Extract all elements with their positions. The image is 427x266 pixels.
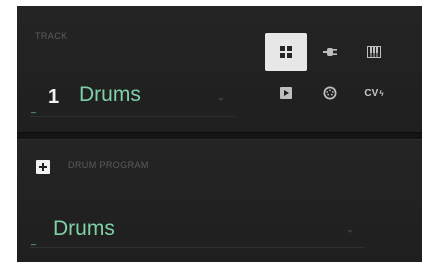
- section-divider: [17, 132, 422, 140]
- track-type-plugin-button[interactable]: [309, 33, 351, 71]
- track-panel: TRACK 1 Drums ‒ CV ϟ: [17, 6, 422, 130]
- play-icon: [280, 87, 292, 99]
- keyboard-icon: [367, 46, 381, 58]
- track-name-field[interactable]: Drums: [79, 83, 141, 107]
- program-dropdown-arrow-icon[interactable]: [347, 230, 353, 233]
- drum-program-section-label: DRUM PROGRAM: [68, 160, 149, 170]
- plug-icon: [323, 48, 337, 56]
- add-program-button[interactable]: [36, 160, 50, 174]
- plus-icon: [39, 163, 47, 171]
- track-number: 1: [48, 86, 60, 108]
- track-type-midi-button[interactable]: [309, 74, 351, 112]
- track-type-drum-button[interactable]: [265, 33, 307, 71]
- track-settings-window: TRACK 1 Drums ‒ CV ϟ DRUM PROGRAM Drums …: [17, 6, 422, 262]
- midi-port-icon: [323, 86, 337, 100]
- track-type-keygroup-button[interactable]: [353, 33, 395, 71]
- drum-program-name-field[interactable]: Drums: [53, 217, 115, 241]
- program-field-underline: [30, 247, 365, 248]
- track-section-label: TRACK: [35, 31, 68, 41]
- track-dropdown-arrow-icon[interactable]: [218, 98, 224, 101]
- track-type-cv-button[interactable]: CV ϟ: [353, 74, 395, 112]
- lightning-icon: ϟ: [379, 88, 384, 98]
- grid-icon: [280, 46, 292, 58]
- track-type-clip-button[interactable]: [265, 74, 307, 112]
- drum-program-panel: [17, 140, 422, 262]
- cv-label: CV: [364, 87, 379, 99]
- track-field-underline: [30, 116, 235, 117]
